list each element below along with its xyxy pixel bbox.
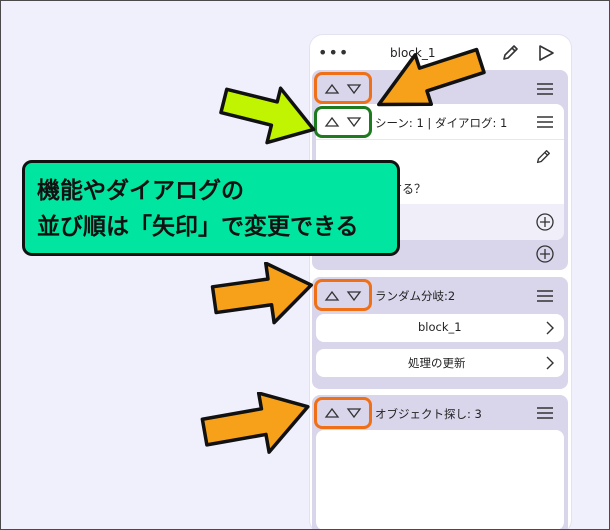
add-scene-icon[interactable] [536, 245, 554, 263]
branch-option-2-label: 処理の更新 [408, 356, 466, 370]
search-menu-icon[interactable] [536, 406, 554, 420]
chevron-right-icon[interactable] [545, 355, 555, 371]
orange-arrow-pointer-icon [377, 47, 486, 107]
branch-title: ランダム分岐:2 [375, 289, 456, 303]
callout-line-1: 機能やダイアログの [37, 178, 244, 204]
branch-option-1-label: block_1 [418, 320, 462, 334]
play-icon[interactable] [536, 43, 556, 63]
search-title: オブジェクト探し: 3 [375, 407, 482, 421]
pencil-icon[interactable] [500, 43, 520, 63]
orange-arrow-pointer-icon [210, 262, 313, 325]
branch-arrows-highlight [314, 279, 372, 311]
orange-arrow-pointer-icon [200, 392, 310, 454]
block-arrows-highlight [314, 72, 372, 104]
callout-box: 機能やダイアログの 並び順は「矢印」で変更できる [22, 160, 400, 256]
scene-label: シーン: 1 | ダイアログ: 1 [375, 116, 508, 130]
lime-arrow-pointer-icon [219, 86, 316, 145]
scene-divider [316, 139, 564, 140]
more-options-icon[interactable]: ••• [318, 43, 349, 62]
chevron-right-icon[interactable] [545, 320, 555, 336]
branch-menu-icon[interactable] [536, 289, 554, 303]
scene-arrows-highlight [314, 106, 372, 138]
menu-icon[interactable] [536, 82, 554, 96]
add-dialog-icon[interactable] [536, 213, 554, 231]
scene-menu-icon[interactable] [536, 115, 554, 129]
object-search-body [316, 430, 564, 530]
callout-line-2: 並び順は「矢印」で変更できる [37, 214, 359, 240]
search-arrows-highlight [314, 397, 372, 429]
edit-dialog-icon[interactable] [534, 148, 552, 166]
